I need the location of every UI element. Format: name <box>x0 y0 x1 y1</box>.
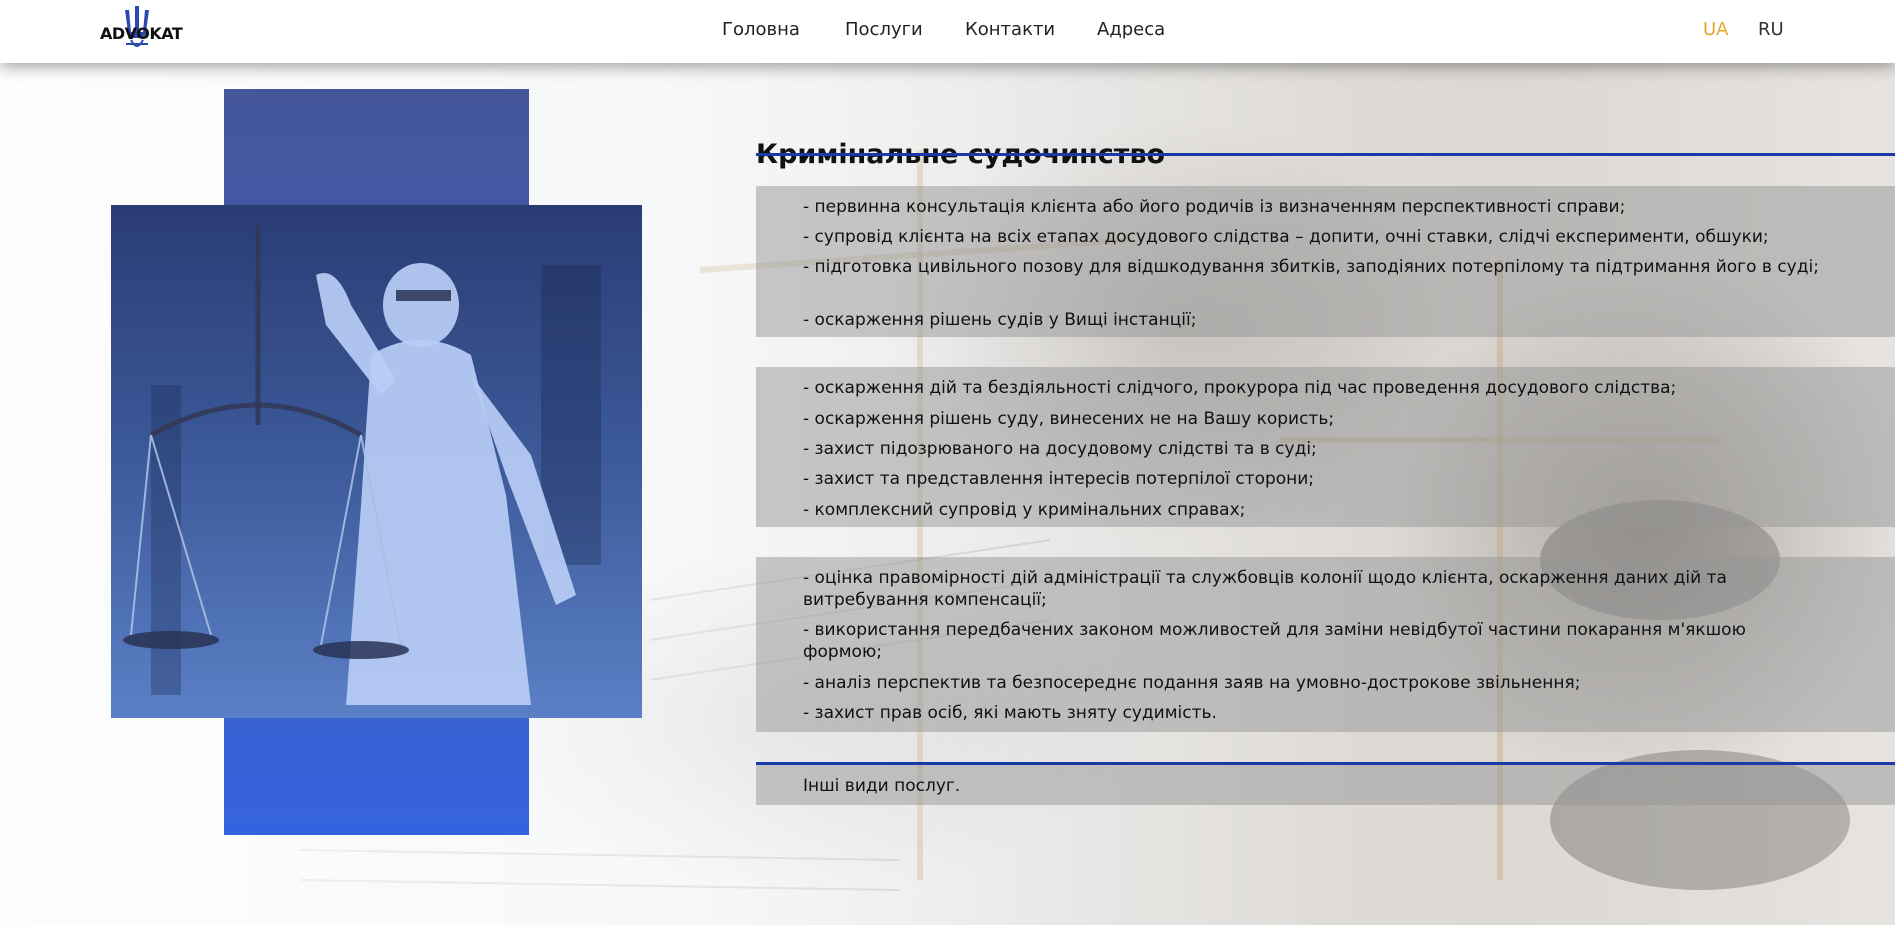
list-item: - комплексний супровід у кримінальних сп… <box>803 500 1246 520</box>
nav-link-home[interactable]: Головна <box>722 19 800 40</box>
list-item: - захист прав осіб, які мають зняту суди… <box>803 703 1217 723</box>
list-item: - первинна консультація клієнта або його… <box>803 197 1626 217</box>
title-underline <box>756 153 1895 156</box>
list-item: - оскарження рішень судів у Вищі інстанц… <box>803 310 1197 330</box>
list-item: - аналіз перспектив та безпосереднє пода… <box>803 673 1581 693</box>
list-item: - оскарження рішень суду, винесених не н… <box>803 409 1335 429</box>
lady-justice-image <box>111 205 642 718</box>
list-item: - оцінка правомірності дій адміністрації… <box>803 568 1727 610</box>
site-header: ADVOKAT Головна Послуги Контакти Адреса … <box>0 0 1895 63</box>
list-item: - супровід клієнта на всіх етапах досудо… <box>803 227 1769 247</box>
other-services-link[interactable]: Інші види послуг. <box>803 775 1823 797</box>
lang-ru-link[interactable]: RU <box>1758 19 1784 40</box>
main-nav: Головна Послуги Контакти Адреса <box>0 19 1895 43</box>
list-item: - підготовка цивільного позову для відшк… <box>803 257 1819 277</box>
nav-link-contacts[interactable]: Контакти <box>965 19 1055 40</box>
list-item: - оскарження дій та бездіяльності слідчо… <box>803 378 1677 398</box>
list-item: - використання передбачених законом можл… <box>803 620 1746 662</box>
nav-link-address[interactable]: Адреса <box>1097 19 1165 40</box>
list-item: - захист підозрюваного на досудовому слі… <box>803 439 1317 459</box>
list-item: - захист та представлення інтересів поте… <box>803 469 1315 489</box>
nav-link-services[interactable]: Послуги <box>845 19 923 40</box>
lang-ua-link[interactable]: UA <box>1703 19 1729 40</box>
